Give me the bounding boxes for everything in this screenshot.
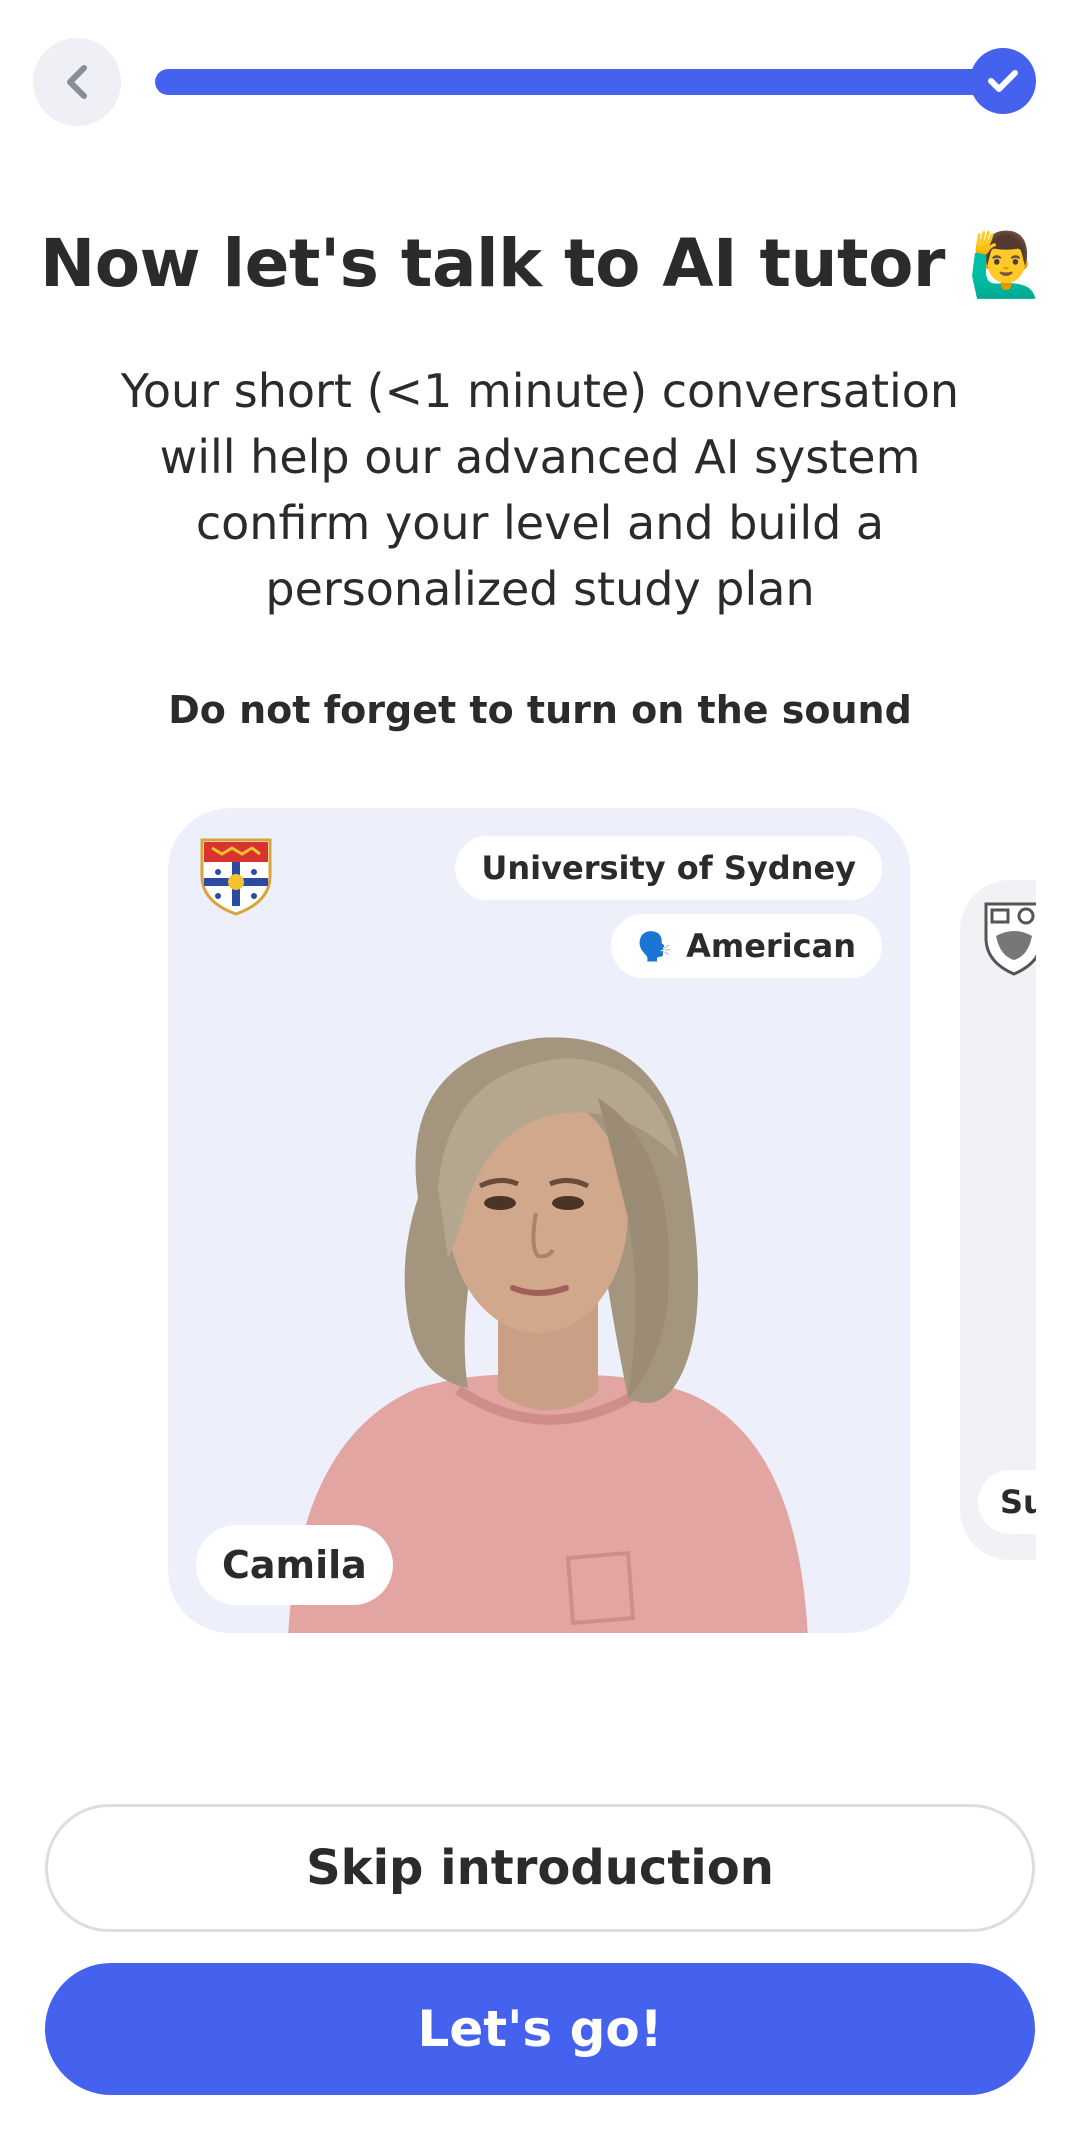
progress-bar-fill: [155, 69, 1005, 95]
checkmark-icon: [988, 70, 1018, 92]
speaking-head-icon: 🗣️: [637, 929, 673, 963]
intro-description: Your short (<1 minute) conversation will…: [120, 364, 960, 616]
chevron-left-icon: [67, 65, 87, 99]
page-title: Now let's talk to AI tutor 🙋‍♂️: [40, 225, 1045, 302]
skip-introduction-button[interactable]: Skip introduction: [45, 1804, 1035, 1932]
tutor-card[interactable]: University of Sydney 🗣️ American Camila: [168, 808, 910, 1633]
carousel-edge: [1036, 860, 1080, 1580]
accent-badge: 🗣️ American: [611, 914, 882, 978]
page-title-text: Now let's talk to AI tutor: [40, 225, 945, 302]
onboarding-screen: Now let's talk to AI tutor 🙋‍♂️ Your sho…: [0, 0, 1080, 2140]
tutor-name-badge: Camila: [196, 1525, 393, 1605]
back-button[interactable]: [33, 38, 121, 126]
tutor-name: Camila: [222, 1543, 367, 1587]
university-crest-icon: [200, 838, 272, 916]
sound-reminder: Do not forget to turn on the sound: [168, 688, 912, 732]
accent-label: American: [686, 927, 856, 965]
lets-go-button[interactable]: Let's go!: [45, 1963, 1035, 2095]
progress-complete-badge: [970, 48, 1036, 114]
progress-bar: [155, 69, 1005, 95]
raising-hand-icon: 🙋‍♂️: [967, 228, 1045, 301]
university-name: University of Sydney: [481, 849, 856, 887]
university-badge: University of Sydney: [455, 836, 882, 900]
